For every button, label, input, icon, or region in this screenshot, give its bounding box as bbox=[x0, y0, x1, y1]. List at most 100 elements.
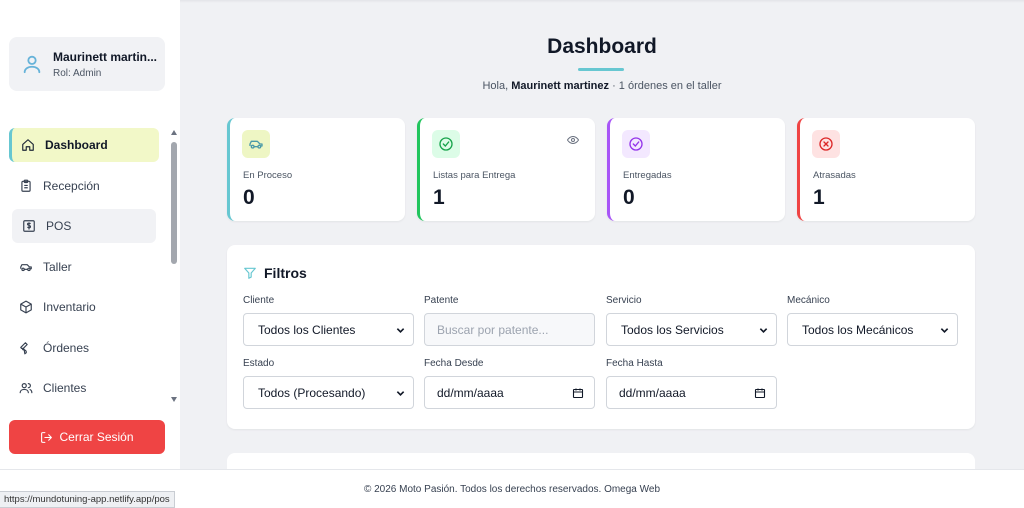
servicio-label: Servicio bbox=[606, 295, 642, 306]
cliente-label: Cliente bbox=[243, 295, 275, 306]
sidebar-item-label: Taller bbox=[43, 259, 72, 274]
mecanico-field: Mecánico Todos los Mecánicos bbox=[787, 295, 958, 346]
logout-button[interactable]: Cerrar Sesión bbox=[9, 420, 165, 454]
fecha-hasta-field: Fecha Hasta dd/mm/aaaa bbox=[606, 358, 777, 409]
estado-select-value: Todos (Procesando) bbox=[258, 385, 366, 400]
patente-input[interactable]: Buscar por patente... bbox=[424, 313, 595, 346]
mecanico-select[interactable]: Todos los Mecánicos bbox=[787, 313, 958, 346]
sidebar-item-inventario[interactable]: Inventario bbox=[9, 290, 159, 324]
cliente-select[interactable]: Todos los Clientes bbox=[243, 313, 414, 346]
page-title: Dashboard bbox=[547, 35, 657, 58]
chevron-down-icon bbox=[396, 328, 405, 333]
sidebar-item-recepcion[interactable]: Recepción bbox=[9, 169, 159, 203]
user-name: Maurinett martin... bbox=[53, 49, 157, 64]
x-circle-icon bbox=[819, 137, 833, 151]
home-icon bbox=[22, 139, 34, 151]
wrench-icon bbox=[20, 341, 28, 354]
sidebar-nav: Dashboard Recepción POS Taller Inventari… bbox=[9, 128, 159, 412]
fecha-desde-field: Fecha Desde dd/mm/aaaa bbox=[424, 358, 595, 409]
stat-card-en-proceso[interactable]: En Proceso 0 bbox=[227, 118, 405, 221]
check-circle-icon bbox=[439, 137, 453, 151]
stat-card-listas-entrega[interactable]: Listas para Entrega 1 bbox=[417, 118, 595, 221]
estado-field: Estado Todos (Procesando) bbox=[243, 358, 414, 409]
sidebar-item-clientes[interactable]: Clientes bbox=[9, 371, 159, 405]
calendar-icon[interactable] bbox=[754, 387, 766, 399]
scroll-thumb[interactable] bbox=[171, 142, 177, 264]
logout-label: Cerrar Sesión bbox=[59, 430, 134, 444]
stat-label: Entregadas bbox=[623, 170, 672, 181]
filters-title: Filtros bbox=[243, 265, 307, 281]
chevron-down-icon bbox=[940, 328, 949, 333]
eye-icon[interactable] bbox=[567, 134, 579, 146]
sidebar-item-label: Recepción bbox=[43, 178, 100, 193]
calendar-icon[interactable] bbox=[572, 387, 584, 399]
servicio-field: Servicio Todos los Servicios bbox=[606, 295, 777, 346]
clipboard-icon bbox=[21, 179, 31, 192]
servicio-select-value: Todos los Servicios bbox=[621, 322, 724, 337]
status-url: https://mundotuning-app.netlify.app/pos bbox=[0, 491, 175, 508]
cliente-field: Cliente Todos los Clientes bbox=[243, 295, 414, 346]
fecha-desde-input[interactable]: dd/mm/aaaa bbox=[424, 376, 595, 409]
sidebar: Maurinett martin... Rol: Admin Dashboard… bbox=[0, 0, 180, 469]
stat-label: Atrasadas bbox=[813, 170, 856, 181]
logout-icon bbox=[41, 431, 53, 443]
sidebar-item-label: Órdenes bbox=[43, 340, 90, 355]
top-shadow bbox=[180, 0, 1024, 3]
sidebar-item-label: Dashboard bbox=[45, 138, 108, 152]
user-icon bbox=[23, 55, 41, 74]
stat-value: 0 bbox=[623, 186, 635, 209]
sidebar-scrollbar[interactable] bbox=[170, 130, 178, 402]
stat-label: En Proceso bbox=[243, 170, 293, 181]
user-role: Rol: Admin bbox=[53, 67, 102, 79]
fecha-desde-value: dd/mm/aaaa bbox=[437, 385, 504, 400]
fecha-hasta-label: Fecha Hasta bbox=[606, 358, 663, 369]
stat-value: 1 bbox=[813, 186, 825, 209]
stat-label: Listas para Entrega bbox=[433, 170, 516, 181]
car-icon bbox=[20, 263, 32, 271]
stat-icon-box bbox=[432, 130, 460, 158]
patente-field: Patente Buscar por patente... bbox=[424, 295, 595, 346]
stat-icon-box bbox=[812, 130, 840, 158]
fecha-desde-label: Fecha Desde bbox=[424, 358, 484, 369]
dollar-icon bbox=[23, 220, 35, 232]
stat-card-entregadas[interactable]: Entregadas 0 bbox=[607, 118, 785, 221]
chevron-down-icon bbox=[759, 328, 768, 333]
check-circle-icon bbox=[629, 137, 643, 151]
fecha-hasta-value: dd/mm/aaaa bbox=[619, 385, 686, 400]
servicio-select[interactable]: Todos los Servicios bbox=[606, 313, 777, 346]
stat-icon-box bbox=[622, 130, 650, 158]
sidebar-item-pos[interactable]: POS bbox=[12, 209, 156, 243]
title-underline bbox=[578, 68, 624, 71]
stat-value: 1 bbox=[433, 186, 445, 209]
greeting-name: Maurinett martinez bbox=[511, 80, 610, 92]
stat-card-atrasadas[interactable]: Atrasadas 1 bbox=[797, 118, 975, 221]
greeting-prefix: Hola, bbox=[482, 80, 512, 92]
greeting-suffix: · 1 órdenes en el taller bbox=[609, 80, 722, 92]
estado-select[interactable]: Todos (Procesando) bbox=[243, 376, 414, 409]
chevron-down-icon bbox=[396, 391, 405, 396]
greeting: Hola, Maurinett martinez · 1 órdenes en … bbox=[180, 80, 1024, 92]
car-icon bbox=[249, 140, 263, 149]
mecanico-select-value: Todos los Mecánicos bbox=[802, 322, 914, 337]
mecanico-label: Mecánico bbox=[787, 295, 830, 306]
patente-placeholder: Buscar por patente... bbox=[437, 322, 549, 337]
footer-text: © 2026 Moto Pasión. Todos los derechos r… bbox=[363, 484, 661, 495]
scroll-down-arrow-icon[interactable] bbox=[171, 397, 177, 402]
filters-panel: Filtros Cliente Todos los Clientes Paten… bbox=[227, 245, 975, 429]
filters-title-label: Filtros bbox=[264, 265, 307, 281]
user-card: Maurinett martin... Rol: Admin bbox=[9, 37, 165, 91]
sidebar-item-label: POS bbox=[46, 219, 72, 233]
estado-label: Estado bbox=[243, 358, 275, 369]
sidebar-item-label: Clientes bbox=[43, 381, 87, 395]
sidebar-item-ordenes[interactable]: Órdenes bbox=[9, 331, 159, 365]
sidebar-item-taller[interactable]: Taller bbox=[9, 250, 159, 284]
scroll-up-arrow-icon[interactable] bbox=[171, 130, 177, 135]
sidebar-item-dashboard[interactable]: Dashboard bbox=[9, 128, 159, 162]
stat-icon-box bbox=[242, 130, 270, 158]
box-icon bbox=[20, 300, 32, 314]
fecha-hasta-input[interactable]: dd/mm/aaaa bbox=[606, 376, 777, 409]
users-icon bbox=[19, 383, 33, 394]
patente-label: Patente bbox=[424, 295, 459, 306]
stat-value: 0 bbox=[243, 186, 255, 209]
filter-icon bbox=[244, 267, 256, 279]
